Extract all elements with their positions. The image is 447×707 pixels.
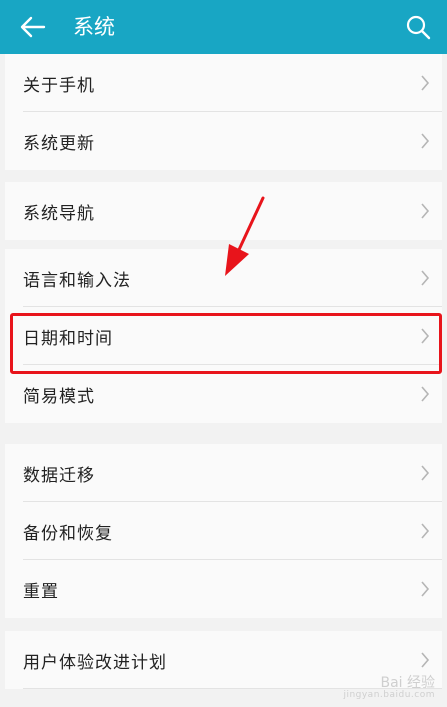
settings-item-label: 数据迁移 bbox=[23, 465, 95, 486]
settings-item-label: 重置 bbox=[23, 581, 59, 602]
chevron-right-icon bbox=[421, 523, 430, 539]
settings-item-about-phone[interactable]: 关于手机 bbox=[5, 54, 442, 112]
settings-item-label: 简易模式 bbox=[23, 386, 95, 407]
chevron-right-icon bbox=[421, 133, 430, 149]
search-button[interactable] bbox=[401, 10, 435, 44]
settings-item-system-update[interactable]: 系统更新 bbox=[5, 112, 442, 170]
highlight-box bbox=[10, 313, 442, 374]
app-bar: 系统 bbox=[0, 0, 447, 54]
page-title: 系统 bbox=[73, 15, 115, 39]
pointer-arrow-icon bbox=[225, 196, 265, 276]
chevron-right-icon bbox=[421, 386, 430, 402]
settings-item-label: 关于手机 bbox=[23, 75, 95, 96]
chevron-right-icon bbox=[421, 652, 430, 668]
chevron-right-icon bbox=[421, 203, 430, 219]
settings-item-label: 语言和输入法 bbox=[23, 270, 131, 291]
chevron-right-icon bbox=[421, 75, 430, 91]
watermark: Bai 经验 jingyan.baidu.com bbox=[343, 674, 435, 701]
watermark-url: jingyan.baidu.com bbox=[343, 690, 435, 701]
chevron-right-icon bbox=[421, 465, 430, 481]
settings-item-data-migration[interactable]: 数据迁移 bbox=[5, 444, 442, 502]
settings-group-data: 数据迁移 备份和恢复 重置 bbox=[5, 444, 442, 618]
arrow-left-icon bbox=[20, 16, 46, 38]
settings-group-device: 关于手机 系统更新 bbox=[5, 54, 442, 170]
settings-item-label: 备份和恢复 bbox=[23, 523, 113, 544]
back-button[interactable] bbox=[16, 10, 50, 44]
chevron-right-icon bbox=[421, 270, 430, 286]
watermark-brand: Bai 经验 bbox=[380, 674, 435, 691]
settings-item-reset[interactable]: 重置 bbox=[5, 560, 442, 618]
search-icon bbox=[406, 15, 431, 40]
settings-item-label: 系统更新 bbox=[23, 133, 95, 154]
settings-item-label: 用户体验改进计划 bbox=[23, 652, 167, 673]
settings-item-label: 系统导航 bbox=[23, 203, 95, 224]
settings-item-backup-restore[interactable]: 备份和恢复 bbox=[5, 502, 442, 560]
chevron-right-icon bbox=[421, 581, 430, 597]
